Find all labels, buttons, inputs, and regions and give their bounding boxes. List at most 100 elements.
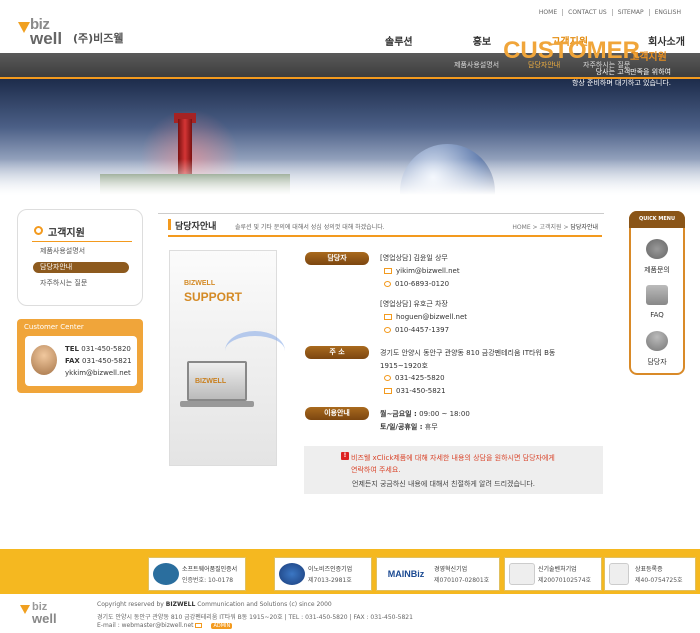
- contact-1-phone: 010-6893-0120: [384, 280, 449, 288]
- circle-bullet-icon: [34, 226, 43, 235]
- contact-2-phone: 010-4457-1397: [384, 326, 449, 334]
- sidebar-item-manual[interactable]: 제품사용설명서: [40, 246, 85, 257]
- utility-links: HOME CONTACT US SITEMAP ENGLISH: [534, 9, 686, 16]
- logo-text-bottom: well: [30, 29, 63, 48]
- mail-icon: [195, 623, 203, 628]
- footer-email: E-mail : webmaster@bizwell.net ADMIN: [97, 622, 233, 629]
- cert-sub: 인증번호: 10-0178: [182, 577, 234, 584]
- contact-label: 담당자: [305, 252, 369, 265]
- sidebar-item-contact[interactable]: 담당자안내: [33, 262, 129, 273]
- address-text: 경기도 안양시 동안구 관양동 810 금강펜테리움 IT타워 B동: [380, 349, 556, 357]
- card-title: SUPPORT: [184, 290, 243, 304]
- breadcrumb-home[interactable]: HOME: [512, 224, 530, 231]
- customer-center-box: Customer Center TEL 031-450-5820 FAX 031…: [17, 319, 143, 393]
- quick-menu-title: QUICK MENU: [629, 211, 685, 228]
- card-brand: BIZWELL: [184, 280, 216, 287]
- mail-icon: [384, 268, 392, 274]
- person-icon: [646, 331, 668, 351]
- banner-line-1: 당사는 고객만족을 위하여: [595, 68, 671, 76]
- cert-sub: 제7013-2981호: [308, 577, 352, 584]
- laptop-icon: BIZWELL: [187, 361, 247, 401]
- cert-title: 신기술벤처기업: [538, 566, 577, 573]
- office-tel: 031-425-5820: [384, 374, 445, 382]
- banner-title: CUSTOMER: [503, 37, 640, 64]
- office-fax: 031-450-5821: [384, 387, 446, 395]
- cert-innobiz[interactable]: 이노비즈인증기업 제7013-2981호: [274, 557, 372, 591]
- laptop-base: [180, 401, 254, 407]
- footer-logo: biz well: [20, 601, 80, 627]
- cert-title: 상표등록증: [635, 566, 663, 573]
- address-text-2: 1915~1920호: [380, 362, 428, 370]
- copyright: Copyright reserved by BIZWELL Communicat…: [97, 601, 332, 608]
- cert-sub: 제070107-02801호: [434, 577, 490, 584]
- page-title: 담당자안내: [175, 222, 217, 232]
- notice-line-1: 비즈웰 xClick제품에 대해 자세한 내용의 상담을 원하시면 담당자에게 연…: [351, 454, 555, 474]
- mainbiz-logo-icon: MAINBiz: [381, 563, 431, 585]
- quick-item-inquiry[interactable]: 제품문의: [631, 265, 683, 275]
- footer-address: 경기도 안양시 동안구 관양동 810 금강펜테리움 IT타워 B동 1915~…: [97, 614, 413, 621]
- breadcrumb-current: 담당자안내: [570, 224, 598, 231]
- admin-button[interactable]: ADMIN: [211, 623, 233, 629]
- gnb-item-pr[interactable]: 홍보: [473, 33, 491, 48]
- alert-icon: !: [341, 452, 349, 460]
- support-card-image: BIZWELL SUPPORT BIZWELL: [169, 250, 285, 466]
- util-link-sitemap[interactable]: SITEMAP: [611, 9, 649, 16]
- speech-bubble-icon: [646, 285, 668, 305]
- certificate-icon: [509, 563, 535, 585]
- cert-title: 경영혁신기업: [434, 566, 468, 573]
- customer-center-info: TEL 031-450-5820 FAX 031-450-5821 ykkim@…: [25, 336, 137, 386]
- quick-item-staff[interactable]: 담당자: [631, 357, 683, 367]
- sidebar-item-faq[interactable]: 자주하시는 질문: [40, 278, 87, 289]
- cert-sub: 제20070102574호: [538, 577, 592, 584]
- breadcrumb-customer[interactable]: 고객지원: [539, 224, 561, 231]
- customer-center-title: Customer Center: [24, 323, 84, 331]
- innobiz-logo-icon: [279, 563, 305, 585]
- hours-weekend: 토/일/공휴일 : 휴무: [380, 423, 438, 431]
- contact-1-name: [영업상담] 김윤일 상무: [380, 254, 448, 262]
- sidebar-menu: 고객지원 제품사용설명서 담당자안내 자주하시는 질문: [17, 209, 143, 306]
- footer-logo-bottom: well: [32, 611, 57, 626]
- subnav-item-manual[interactable]: 제품사용설명서: [454, 60, 499, 70]
- webmaster-email[interactable]: E-mail : webmaster@bizwell.net: [97, 622, 194, 629]
- hours-weekday: 월~금요일 : 09:00 ~ 18:00: [380, 410, 470, 418]
- mail-icon: [384, 314, 392, 320]
- notice-box: ! 비즈웰 xClick제품에 대해 자세한 내용의 상담을 원하시면 담당자에…: [304, 446, 603, 494]
- address-label: 주 소: [305, 346, 369, 359]
- phone-icon: [384, 327, 391, 333]
- banner-subtitle: 고객지원: [630, 52, 667, 63]
- banner-line-2: 항상 준비하며 대기하고 있습니다.: [571, 79, 671, 87]
- sidebar-divider: [32, 241, 132, 242]
- fax-icon: [384, 388, 392, 394]
- gnb-item-solution[interactable]: 솔루션: [385, 33, 413, 48]
- company-logo[interactable]: biz well (주)비즈웰: [18, 16, 128, 48]
- sidebar-title: 고객지원: [48, 228, 85, 239]
- cert-trademark[interactable]: 상표등록증 제40-0754725호: [604, 557, 696, 591]
- cc-fax: FAX 031-450-5821: [65, 357, 132, 365]
- laptop-screen-text: BIZWELL: [195, 378, 227, 385]
- util-link-contact[interactable]: CONTACT US: [562, 9, 612, 16]
- cert-title: 소프트웨어품질인증서: [182, 566, 238, 573]
- hero-banner: [0, 79, 700, 199]
- contact-2-email[interactable]: hoguen@bizwell.net: [384, 313, 467, 321]
- cert-software-quality[interactable]: 소프트웨어품질인증서 인증번호: 10-0178: [148, 557, 246, 591]
- quick-item-faq[interactable]: FAQ: [631, 311, 683, 319]
- cert-mainbiz[interactable]: MAINBiz 경영혁신기업 제070107-02801호: [376, 557, 500, 591]
- cert-sub: 제40-0754725호: [635, 577, 683, 584]
- content-header: 담당자안내 솔루션 및 기타 문의에 대해서 성심 성의껏 대해 하겠습니다. …: [158, 213, 604, 235]
- util-link-home[interactable]: HOME: [534, 9, 562, 16]
- contact-2-name: [영업상담] 유호근 차장: [380, 300, 448, 308]
- cert-title: 이노비즈인증기업: [308, 566, 353, 573]
- gnb-item-company[interactable]: 회사소개: [648, 33, 685, 48]
- quick-menu: QUICK MENU 제품문의 FAQ 담당자: [629, 211, 685, 375]
- cc-email[interactable]: ykkim@bizwell.net: [65, 369, 131, 377]
- hours-label: 이용안내: [305, 407, 369, 420]
- cert-venture[interactable]: 신기술벤처기업 제20070102574호: [504, 557, 602, 591]
- util-link-english[interactable]: ENGLISH: [648, 9, 686, 16]
- gs-logo-icon: [153, 563, 179, 585]
- notice-line-2: 언제든지 궁금하신 내용에 대해서 친절하게 알려 드리겠습니다.: [352, 480, 536, 488]
- cc-tel: TEL 031-450-5820: [65, 345, 131, 353]
- breadcrumb: HOME > 고객지원 > 담당자안내: [512, 224, 598, 231]
- contact-1-email[interactable]: yikim@bizwell.net: [384, 267, 460, 275]
- page-description: 솔루션 및 기타 문의에 대해서 성심 성의껏 대해 하겠습니다.: [235, 224, 385, 231]
- logo-mark-icon: [18, 22, 30, 33]
